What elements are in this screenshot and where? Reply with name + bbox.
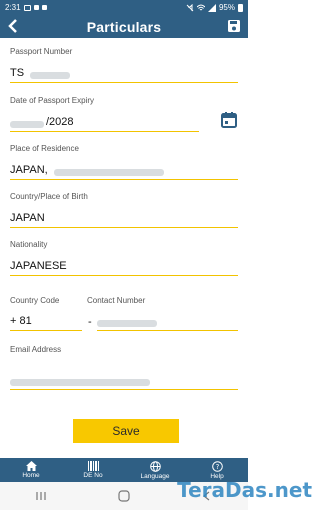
globe-icon (149, 460, 161, 472)
battery-percent: 95% (218, 3, 235, 12)
status-left: 2:31 (5, 3, 47, 12)
nationality-label: Nationality (10, 240, 48, 249)
place-of-residence-field[interactable]: JAPAN, (10, 162, 238, 180)
save-button[interactable]: Save (73, 419, 179, 443)
home-circle-icon (118, 490, 130, 502)
battery-icon (238, 3, 243, 12)
back-button[interactable] (5, 18, 21, 34)
mute-icon (186, 3, 194, 11)
passport-expiry-field[interactable]: /2028 (10, 114, 199, 132)
place-of-residence-label: Place of Residence (10, 144, 79, 153)
save-icon-button[interactable] (226, 18, 242, 34)
country-of-birth-field[interactable]: JAPAN (10, 210, 238, 228)
status-right: 95% (186, 3, 243, 12)
email-field[interactable] (10, 372, 238, 390)
barcode-icon (87, 461, 99, 471)
nav-de-no-label: DE No (83, 472, 103, 479)
wifi-icon (196, 4, 205, 10)
redacted-text (53, 169, 164, 176)
recent-apps-icon (36, 492, 46, 500)
nationality-value: JAPANESE (10, 260, 67, 272)
status-time: 2:31 (5, 3, 21, 12)
passport-expiry-value: /2028 (46, 116, 74, 128)
redacted-text (30, 72, 71, 79)
notification-icon (33, 5, 39, 10)
country-of-birth-label: Country/Place of Birth (10, 192, 88, 201)
passport-number-field[interactable]: TS (10, 65, 238, 83)
country-code-value: + 81 (10, 315, 32, 327)
watermark-text: TeraDas.net (177, 478, 312, 502)
redacted-text (10, 379, 150, 386)
nationality-field[interactable]: JAPANESE (10, 258, 238, 276)
nav-help[interactable]: ? Help (192, 460, 242, 480)
country-of-birth-value: JAPAN (10, 212, 45, 224)
recent-apps-button[interactable] (21, 489, 61, 503)
calendar-button[interactable] (220, 111, 238, 129)
contact-number-label: Contact Number (87, 296, 146, 305)
passport-number-label: Passport Number (10, 47, 73, 56)
back-arrow-icon (8, 19, 17, 33)
gallery-icon (23, 4, 31, 11)
home-icon (25, 461, 37, 471)
calendar-icon (221, 112, 237, 128)
country-code-label: Country Code (10, 296, 60, 305)
signal-icon (207, 3, 216, 12)
redacted-text (10, 121, 44, 128)
svg-text:?: ? (215, 463, 219, 471)
help-icon: ? (211, 460, 223, 472)
place-of-residence-value: JAPAN, (10, 164, 48, 176)
nav-language-label: Language (140, 472, 170, 480)
app-bar: Particulars (0, 15, 248, 38)
passport-expiry-label: Date of Passport Expiry (10, 96, 95, 105)
contact-number-dash: - (88, 316, 92, 328)
nav-de-no[interactable]: DE No (68, 461, 118, 479)
home-system-button[interactable] (104, 489, 144, 503)
country-code-field[interactable]: + 81 (10, 313, 82, 331)
floppy-disk-icon (228, 20, 240, 32)
page-title: Particulars (86, 18, 162, 35)
nav-language[interactable]: Language (130, 460, 180, 480)
nav-home-label: Home (22, 472, 40, 479)
app-icon (41, 5, 47, 10)
status-bar: 2:31 95% (0, 0, 248, 15)
nav-home[interactable]: Home (6, 461, 56, 479)
passport-number-value: TS (10, 67, 25, 79)
redacted-text (97, 320, 157, 327)
email-label: Email Address (10, 345, 62, 354)
contact-number-field[interactable] (97, 313, 238, 331)
